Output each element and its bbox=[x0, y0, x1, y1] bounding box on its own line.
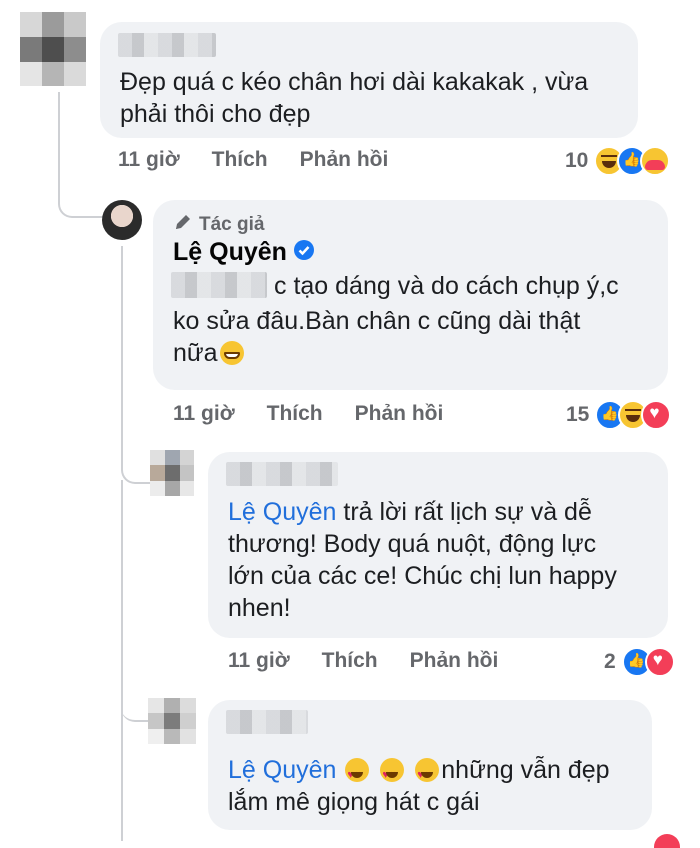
author-name-blurred[interactable] bbox=[226, 462, 338, 486]
reaction-count: 15 bbox=[566, 403, 590, 426]
comment-text: Lệ Quyên trả lời rất lịch sự và dễ thươn… bbox=[228, 498, 617, 622]
thread-line-reply-3 bbox=[121, 650, 151, 722]
comment-text: Lệ Quyên những vẫn đẹp lắm mê giọng hát … bbox=[228, 754, 658, 818]
reaction-summary[interactable]: 2 bbox=[604, 647, 675, 677]
mention-link[interactable]: Lệ Quyên bbox=[228, 756, 336, 784]
mention-link[interactable]: Lệ Quyên bbox=[228, 498, 336, 526]
thread-line-main bbox=[58, 92, 104, 218]
comment-actions: 11 giờ Thích Phản hồi bbox=[228, 649, 498, 673]
author-name-blurred[interactable] bbox=[118, 33, 216, 57]
reaction-summary-partial[interactable] bbox=[654, 834, 680, 848]
reply-button[interactable]: Phản hồi bbox=[410, 649, 499, 673]
avatar[interactable] bbox=[20, 12, 86, 86]
avatar[interactable] bbox=[148, 698, 196, 744]
author-name-row: Lệ Quyên bbox=[173, 238, 315, 267]
reply-button[interactable]: Phản hồi bbox=[355, 402, 444, 426]
reply-button[interactable]: Phản hồi bbox=[300, 148, 389, 172]
author-name[interactable]: Lệ Quyên bbox=[173, 238, 287, 267]
heart-eyes-emoji-icon bbox=[345, 758, 370, 791]
comment-actions: 11 giờ Thích Phản hồi bbox=[118, 148, 388, 172]
avatar[interactable] bbox=[102, 200, 142, 240]
timestamp[interactable]: 11 giờ bbox=[228, 649, 290, 673]
comment-text: Đẹp quá c kéo chân hơi dài kakakak , vừa… bbox=[120, 68, 589, 128]
comment-text: c tạo dáng và do cách chụp ý,c bbox=[274, 272, 619, 300]
reaction-count: 10 bbox=[565, 149, 589, 172]
like-button[interactable]: Thích bbox=[322, 649, 378, 673]
heart-eyes-emoji-icon bbox=[380, 758, 405, 791]
love-icon bbox=[644, 647, 675, 677]
author-name-blurred[interactable] bbox=[226, 710, 308, 734]
comment-actions: 11 giờ Thích Phản hồi bbox=[173, 402, 443, 426]
heart-eyes-emoji-icon bbox=[415, 758, 440, 791]
verified-badge-icon bbox=[293, 239, 315, 266]
grinning-emoji-icon bbox=[219, 341, 244, 365]
mention-blurred[interactable] bbox=[171, 272, 267, 298]
care-icon bbox=[640, 146, 671, 176]
reaction-count: 2 bbox=[604, 650, 616, 673]
pencil-icon bbox=[173, 212, 193, 238]
love-icon bbox=[641, 400, 672, 430]
thread-line-reply bbox=[121, 246, 153, 484]
reaction-summary[interactable]: 10 bbox=[565, 146, 671, 176]
reaction-summary[interactable]: 15 bbox=[566, 400, 672, 430]
avatar[interactable] bbox=[150, 450, 194, 496]
like-button[interactable]: Thích bbox=[267, 402, 323, 426]
timestamp[interactable]: 11 giờ bbox=[118, 148, 180, 172]
timestamp[interactable]: 11 giờ bbox=[173, 402, 235, 426]
like-button[interactable]: Thích bbox=[212, 148, 268, 172]
comment-text-cont: ko sửa đâu.Bàn chân c cũng dài thật nữa bbox=[173, 307, 581, 367]
author-badge: Tác giả bbox=[173, 212, 264, 238]
